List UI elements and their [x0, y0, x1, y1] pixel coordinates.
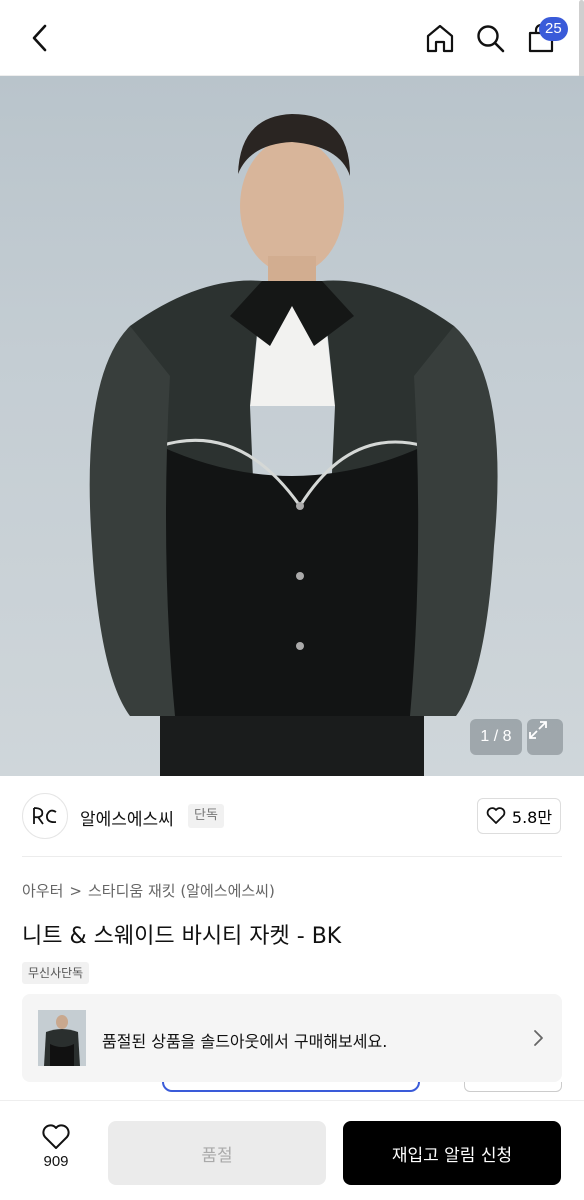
image-counter: 1 / 8 [470, 719, 522, 755]
banner-text: 품절된 상품을 솔드아웃에서 구매해보세요. [102, 1032, 388, 1051]
breadcrumb-subcategory[interactable]: 스타디움 재킷 (알에스에스씨) [88, 880, 275, 901]
brand-exclusive-tag: 단독 [188, 804, 224, 828]
heart-icon [42, 1124, 70, 1149]
home-icon [426, 24, 454, 53]
search-button[interactable] [470, 18, 510, 58]
breadcrumb-separator: > [69, 881, 82, 900]
brand-logo-mark [33, 807, 57, 825]
brand-like-count: 5.8만 [511, 808, 553, 827]
home-button[interactable] [420, 18, 460, 58]
wishlist-button[interactable]: 909 [30, 1123, 82, 1170]
chevron-right-icon [532, 1028, 544, 1052]
breadcrumb-category[interactable]: 아우터 [22, 880, 63, 901]
product-photo [89, 114, 498, 776]
cart-count-badge: 25 [539, 17, 568, 41]
soldout-button: 품절 [108, 1121, 326, 1185]
search-icon [477, 25, 505, 53]
banner-thumbnail [38, 1010, 86, 1066]
hidden-button-small [464, 1082, 562, 1092]
scrollbar[interactable] [579, 0, 584, 80]
hidden-content-row [22, 1082, 562, 1096]
breadcrumb: 아우터 > 스타디움 재킷 (알에스에스씨) [22, 880, 275, 901]
bottom-action-bar: 909 품절 재입고 알림 신청 [0, 1100, 584, 1200]
soldout-marketplace-banner[interactable]: 품절된 상품을 솔드아웃에서 구매해보세요. [22, 994, 562, 1082]
top-navigation-bar: 25 [0, 0, 584, 80]
brand-like-button[interactable]: 5.8만 [477, 798, 561, 834]
exclusive-badge: 무신사단독 [22, 962, 90, 984]
wishlist-count: 909 [43, 1153, 69, 1170]
divider [22, 856, 562, 857]
banner-thumbnail-image [38, 1010, 86, 1066]
back-button[interactable] [22, 20, 58, 56]
restock-alert-button[interactable]: 재입고 알림 신청 [343, 1121, 561, 1185]
expand-icon [529, 721, 547, 739]
brand-name[interactable]: 알에스에스씨 [80, 805, 174, 830]
hidden-button-outline [162, 1082, 420, 1092]
product-title: 니트 & 스웨이드 바시티 자켓 - BK [22, 924, 342, 949]
chevron-left-icon [32, 24, 47, 52]
expand-image-button[interactable] [527, 719, 563, 755]
product-image-gallery[interactable]: 1 / 8 [0, 76, 584, 776]
brand-logo[interactable] [22, 793, 68, 839]
heart-icon [486, 807, 506, 824]
